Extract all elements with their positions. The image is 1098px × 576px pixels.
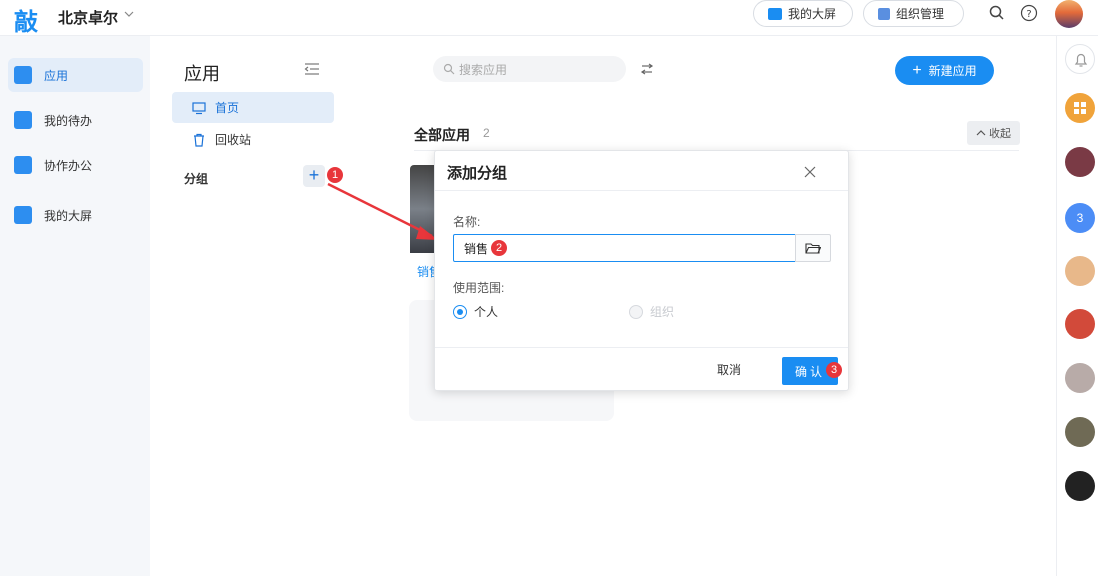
new-app-button[interactable]: + 新建应用 — [895, 56, 994, 85]
folder-picker-button[interactable] — [795, 234, 831, 262]
app-logo[interactable]: 敲 — [14, 2, 38, 37]
search-icon[interactable] — [988, 4, 1006, 22]
scope-label: 使用范围: — [453, 281, 505, 295]
svg-text:?: ? — [1026, 9, 1031, 20]
swap-icon[interactable] — [640, 63, 654, 75]
contact-count-avatar[interactable]: 3 — [1065, 203, 1095, 233]
cube-icon — [14, 66, 32, 84]
collapse-menu-icon[interactable] — [304, 62, 320, 76]
fold-button[interactable]: 收起 — [967, 121, 1020, 145]
dialog-footer-divider — [435, 347, 848, 348]
step-badge: 2 — [491, 240, 508, 256]
todo-icon — [14, 111, 32, 129]
screen-icon — [14, 206, 32, 224]
group-name-value: 销售 — [464, 241, 489, 256]
nav-item-label: 应用 — [44, 68, 69, 83]
contact-avatar[interactable] — [1065, 471, 1095, 501]
col2-item-recycle[interactable]: 回收站 — [172, 124, 334, 155]
scope-personal-radio[interactable]: 个人 — [453, 303, 498, 320]
trash-icon — [194, 133, 204, 147]
nav-item-label: 我的大屏 — [44, 208, 93, 223]
apps-grid-icon[interactable] — [1065, 93, 1095, 123]
apps-count: 2 — [483, 126, 490, 140]
folder-icon — [805, 243, 821, 254]
my-screen-label: 我的大屏 — [788, 7, 837, 21]
help-icon[interactable]: ? — [1020, 4, 1038, 22]
name-label: 名称: — [453, 215, 481, 229]
col2-item-home[interactable]: 首页 — [172, 92, 334, 123]
scope-org-radio[interactable]: 组织 — [629, 303, 674, 320]
search-placeholder: 搜索应用 — [459, 62, 508, 77]
dialog-header-divider — [435, 190, 848, 191]
top-bar: 敲 北京卓尔 我的大屏 组织管理 ? — [0, 0, 1098, 36]
org-manage-button[interactable]: 组织管理 — [863, 0, 964, 27]
contact-avatar[interactable] — [1065, 309, 1095, 339]
contact-avatar[interactable] — [1065, 417, 1095, 447]
user-avatar[interactable] — [1055, 0, 1083, 28]
cancel-button[interactable]: 取消 — [717, 361, 741, 378]
chevron-down-icon[interactable] — [124, 9, 134, 19]
nav-item-label: 我的待办 — [44, 113, 93, 128]
section-heading: 应用 — [184, 64, 220, 84]
monitor-icon — [192, 101, 206, 114]
group-name-input[interactable]: 销售 2 — [453, 234, 796, 262]
app-card-label[interactable]: 销售 — [417, 263, 434, 280]
contact-avatar[interactable] — [1065, 147, 1095, 177]
bell-icon[interactable] — [1065, 44, 1095, 74]
nav-item-apps[interactable]: 应用 — [8, 58, 143, 92]
group-label: 分组 — [184, 172, 209, 186]
col2-item-label: 回收站 — [215, 133, 252, 147]
org-name[interactable]: 北京卓尔 — [58, 7, 118, 28]
add-group-dialog: 添加分组 名称: 销售 2 使用范围: 个人 组织 取消 确认 — [434, 150, 849, 391]
search-input[interactable]: 搜索应用 — [433, 56, 626, 82]
left-nav: 应用 我的待办 协作办公 我的大屏 — [0, 36, 150, 576]
nav-item-collab[interactable]: 协作办公 — [8, 148, 143, 182]
col2-item-label: 首页 — [215, 101, 240, 115]
radio-dot — [629, 304, 643, 319]
annotation-arrow — [327, 182, 438, 240]
dialog-title: 添加分组 — [447, 165, 508, 182]
nav-item-todo[interactable]: 我的待办 — [8, 103, 143, 137]
collab-icon — [14, 156, 32, 174]
grid-glyph — [1074, 102, 1086, 114]
plus-icon: + — [912, 61, 922, 79]
org-manage-label: 组织管理 — [896, 7, 945, 21]
search-icon — [443, 63, 455, 75]
close-icon[interactable] — [803, 165, 817, 179]
nav-item-screen[interactable]: 我的大屏 — [8, 198, 143, 232]
bell-glyph — [1074, 53, 1088, 67]
chart-icon — [768, 7, 782, 20]
all-apps-title: 全部应用 — [414, 127, 470, 143]
radio-dot — [453, 304, 467, 319]
contact-avatar[interactable] — [1065, 363, 1095, 393]
nav-item-label: 协作办公 — [44, 158, 93, 173]
right-rail: 3 — [1056, 36, 1098, 576]
scope-org-label: 组织 — [650, 305, 675, 319]
my-screen-button[interactable]: 我的大屏 — [753, 0, 853, 27]
contact-avatar[interactable] — [1065, 256, 1095, 286]
step-badge: 3 — [826, 362, 842, 378]
fold-label: 收起 — [989, 128, 1011, 140]
scope-personal-label: 个人 — [474, 305, 499, 319]
new-app-label: 新建应用 — [928, 64, 977, 78]
org-icon — [878, 7, 890, 20]
chevron-up-icon — [976, 130, 986, 136]
